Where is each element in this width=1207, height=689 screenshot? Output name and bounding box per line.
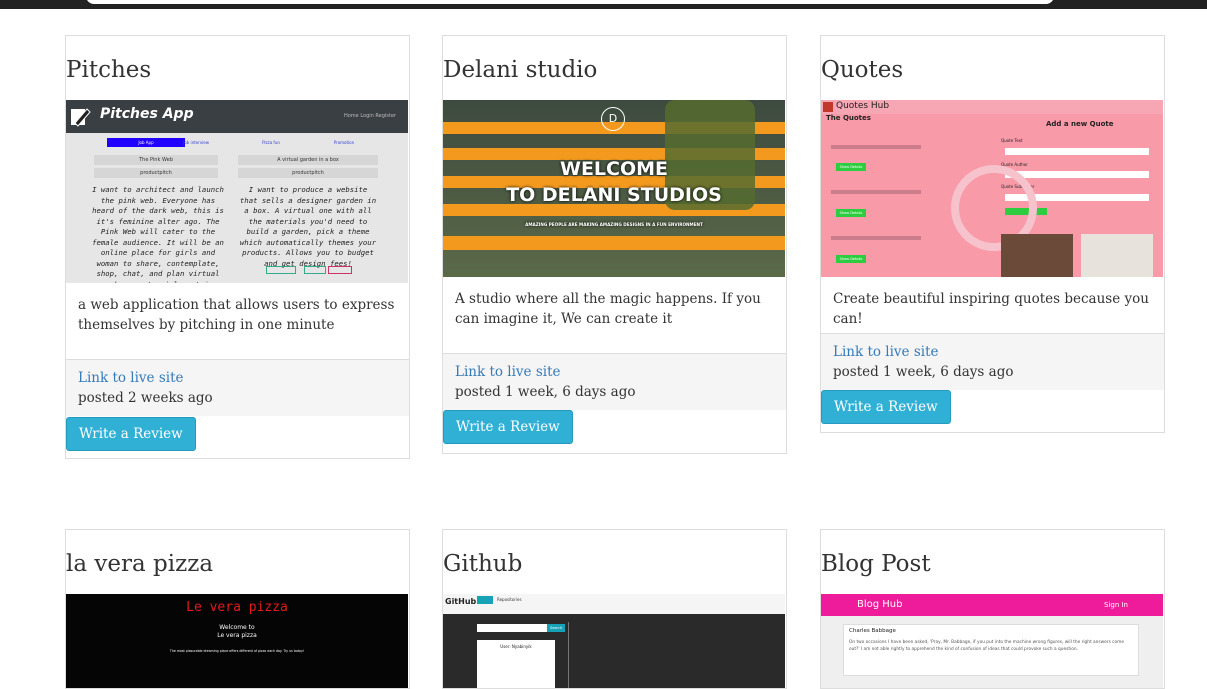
posted-date: posted 1 week, 6 days ago bbox=[833, 364, 1014, 380]
preview-signin: Sign In bbox=[1104, 601, 1128, 609]
preview-tab: Job interview bbox=[183, 140, 209, 145]
write-review-button[interactable]: Write a Review bbox=[443, 410, 573, 444]
card-description: A studio where all the magic happens. If… bbox=[455, 291, 761, 327]
scrabble-image bbox=[1001, 234, 1073, 277]
live-site-link[interactable]: Link to live site bbox=[833, 342, 1152, 362]
preview-logo: Le vera pizza bbox=[186, 600, 288, 615]
preview-quote: On two occasions I have been asked, 'Pra… bbox=[849, 640, 1124, 652]
posted-date: posted 2 weeks ago bbox=[78, 390, 213, 406]
preview-logo: Quotes Hub bbox=[836, 101, 890, 111]
preview-button bbox=[328, 266, 352, 274]
preview-logo: Pitches App bbox=[100, 106, 194, 122]
preview-logo-badge: D bbox=[601, 107, 625, 131]
project-screenshot: Blog Hub Sign In Charles Babbage On two … bbox=[821, 594, 1163, 688]
preview-tab: Repositories bbox=[497, 597, 522, 602]
preview-heading: The Quotes bbox=[826, 114, 871, 122]
pencil-icon bbox=[71, 108, 91, 127]
preview-tagline: The most plasurable dreaming place offer… bbox=[169, 649, 305, 653]
preview-logo: GitHub bbox=[445, 597, 477, 606]
preview-pitch-title: The Pink Web bbox=[94, 155, 218, 165]
card-description: Create beautiful inspiring quotes becaus… bbox=[833, 291, 1149, 327]
card-title: Delani studio bbox=[443, 57, 598, 83]
preview-nav: Home Login Register bbox=[343, 113, 396, 119]
preview-button bbox=[304, 266, 326, 274]
posted-date: posted 1 week, 6 days ago bbox=[455, 384, 636, 400]
project-screenshot: Le vera pizza Welcome to Le vera pizza T… bbox=[66, 594, 408, 688]
project-screenshot: GitHub Repositories Search User: Nyabiny… bbox=[443, 594, 785, 688]
preview-button: Show Details bbox=[836, 209, 866, 217]
preview-tab: Pizza fun bbox=[262, 140, 280, 145]
preview-tagline: AMAZING PEOPLE ARE MAKING AMAZING DESIGN… bbox=[525, 222, 703, 227]
project-card-github: Github GitHub Repositories Search User: … bbox=[442, 529, 787, 689]
card-footer: Link to live site posted 2 weeks ago bbox=[66, 359, 409, 416]
card-title: Quotes bbox=[821, 57, 904, 83]
preview-pitch-category: productpitch bbox=[94, 168, 218, 178]
card-footer: Link to live site posted 1 week, 6 days … bbox=[821, 333, 1164, 390]
preview-pitch-title: A virtual garden in a box bbox=[238, 155, 378, 165]
live-site-link[interactable]: Link to live site bbox=[78, 368, 397, 388]
project-card-blog: Blog Post Blog Hub Sign In Charles Babba… bbox=[820, 529, 1165, 689]
preview-welcome: TO DELANI STUDIOS bbox=[506, 184, 722, 206]
quote-icon bbox=[823, 102, 833, 112]
project-screenshot: Quotes Hub The Quotes Add a new Quote Qu… bbox=[821, 100, 1163, 277]
card-title: Blog Post bbox=[821, 551, 931, 577]
project-screenshot: D WELCOME TO DELANI STUDIOS AMAZING PEOP… bbox=[443, 100, 785, 277]
address-bar[interactable] bbox=[86, 0, 1054, 4]
project-card-delani: Delani studio D WELCOME TO DELANI STUDIO… bbox=[442, 35, 787, 454]
project-card-pizza: la vera pizza Le vera pizza Welcome to L… bbox=[65, 529, 410, 689]
preview-tab: Job App bbox=[107, 138, 185, 147]
sketch-image bbox=[1081, 234, 1153, 277]
write-review-button[interactable]: Write a Review bbox=[66, 417, 196, 451]
preview-welcome: WELCOME bbox=[559, 158, 669, 180]
project-card-pitches: Pitches Pitches App Home Login Register … bbox=[65, 35, 410, 459]
preview-pitch-text: I want to architect and launch the pink … bbox=[92, 185, 224, 283]
card-footer: Link to live site posted 1 week, 6 days … bbox=[443, 353, 786, 410]
preview-field-label: Quote Text bbox=[1001, 138, 1023, 143]
card-title: Pitches bbox=[66, 57, 152, 83]
preview-welcome: Le vera pizza bbox=[217, 632, 257, 639]
preview-body: Job App Job interview Pizza fun Promotio… bbox=[66, 133, 408, 283]
card-title: la vera pizza bbox=[66, 551, 214, 577]
preview-pitch-text: I want to produce a website that sells a… bbox=[239, 185, 377, 268]
preview-author: Charles Babbage bbox=[849, 628, 896, 634]
write-review-button[interactable]: Write a Review bbox=[821, 390, 951, 424]
preview-form-title: Add a new Quote bbox=[1046, 120, 1114, 128]
preview-button bbox=[266, 266, 296, 274]
preview-search-button: Search bbox=[547, 624, 565, 632]
card-description: a web application that allows users to e… bbox=[78, 297, 395, 333]
preview-button: Show Details bbox=[836, 163, 866, 171]
preview-button: Show Details bbox=[836, 255, 866, 263]
project-screenshot: Pitches App Home Login Register Job App … bbox=[66, 100, 408, 283]
browser-top-bar bbox=[0, 0, 1207, 9]
preview-user: User: Nyabinyik bbox=[500, 644, 532, 649]
preview-header: Pitches App Home Login Register bbox=[66, 100, 408, 133]
card-title: Github bbox=[443, 551, 523, 577]
preview-welcome: Welcome to bbox=[219, 624, 255, 631]
preview-pitch-category: productpitch bbox=[238, 168, 378, 178]
preview-logo: Blog Hub bbox=[857, 599, 903, 610]
live-site-link[interactable]: Link to live site bbox=[455, 362, 774, 382]
project-card-quotes: Quotes Quotes Hub The Quotes Add a new Q… bbox=[820, 35, 1165, 433]
preview-tab: Promotion bbox=[333, 140, 355, 145]
